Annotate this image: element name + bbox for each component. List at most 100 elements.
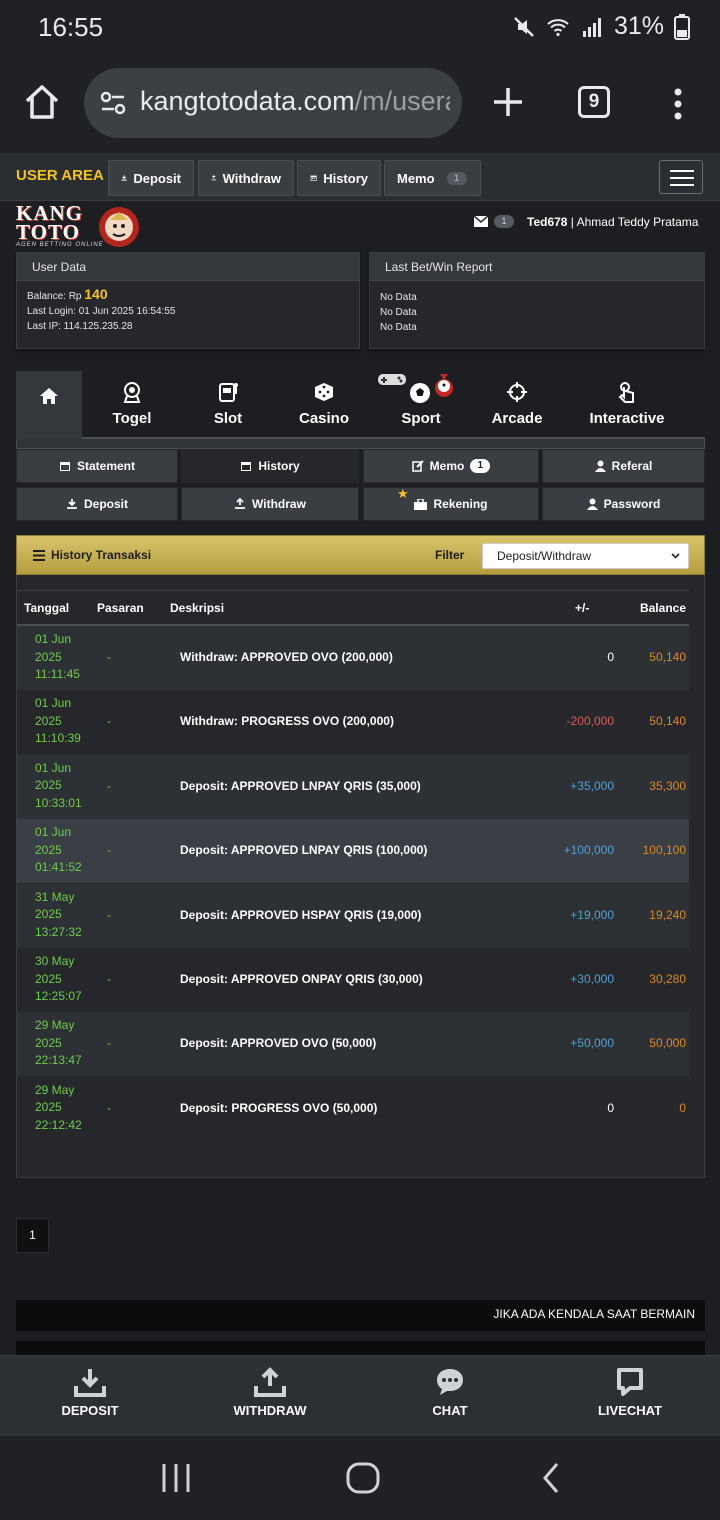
home-icon[interactable] <box>22 82 62 122</box>
row-amount: 0 <box>607 1100 614 1115</box>
user-data-panel: User Data Balance: Rp 140 Last Login: 01… <box>16 252 360 349</box>
logo-emblem-icon <box>99 207 139 247</box>
new-tab-icon[interactable] <box>488 82 528 122</box>
row-date-part: 22:13:47 <box>35 1053 82 1068</box>
user-separator: | <box>567 215 577 229</box>
tab-switcher-button[interactable]: 9 <box>578 86 610 118</box>
menu-rekening-button[interactable]: Rekening <box>363 487 539 521</box>
row-date-part: 31 May <box>35 889 75 904</box>
row-date-part: 12:25:07 <box>35 989 82 1003</box>
row-amount: 0 <box>607 650 614 664</box>
nav-deposit-button[interactable]: Deposit <box>108 160 194 196</box>
bottom-chat-button[interactable]: CHAT <box>360 1356 540 1437</box>
row-description: Deposit: APPROVED LNPAY QRIS (35,000) <box>180 778 421 793</box>
menu-memo-count: 1 <box>470 459 491 473</box>
row-date: 31 May 2025 13:27:32 <box>35 889 95 942</box>
row-amount: -200,000 <box>566 714 614 729</box>
last-ip: Last IP: 114.125.235.28 <box>27 321 133 332</box>
battery-percent: 31% <box>613 12 664 40</box>
row-date-part: 22:12:42 <box>35 1117 82 1132</box>
history-body: Tanggal Pasaran Deskripsi +/- Balance 01… <box>16 575 705 1178</box>
nav-memo-label: Memo <box>397 170 435 186</box>
menu-statement-button[interactable]: Statement <box>16 449 178 483</box>
history-table-rows: 01 Jun 2025 11:11:45 - Withdraw: APPROVED OV… <box>17 575 704 1177</box>
row-date-part: 2025 <box>35 1035 62 1050</box>
back-icon[interactable] <box>533 1460 569 1496</box>
table-row: 01 Jun 2025 11:11:45 - Withdraw: APPROVED OV… <box>17 626 689 690</box>
tab-interactive[interactable]: Interactive <box>566 371 688 439</box>
battery-icon <box>674 13 690 40</box>
game-tabs: Togel Slot Casino Sport Arcade Interacti… <box>16 371 705 439</box>
last-bet-title: Last Bet/Win Report <box>370 253 704 281</box>
menu-referal-button[interactable]: Referal <box>542 449 705 483</box>
last-bet-panel: Last Bet/Win Report No Data No Data No D… <box>369 252 705 349</box>
star-icon: ★ <box>397 486 409 501</box>
filter-value: Deposit/Withdraw <box>497 549 592 563</box>
filter-select[interactable]: Deposit/Withdraw <box>482 543 689 569</box>
inbox-count: 1 <box>494 215 514 228</box>
burger-line <box>670 184 694 186</box>
url-path: /m/usera <box>354 86 450 116</box>
menu-memo-label: Memo <box>429 459 465 473</box>
menu-deposit-button[interactable]: Deposit <box>16 487 178 521</box>
nav-history-button[interactable]: History <box>297 160 381 196</box>
nav-withdraw-button[interactable]: Withdraw <box>198 160 294 196</box>
home-icon <box>40 388 58 404</box>
tab-slot[interactable]: Slot <box>182 371 274 439</box>
list-icon <box>33 549 45 561</box>
site-logo[interactable]: KANG TOTO AGEN BETTING ONLINE <box>16 203 142 250</box>
row-date: 01 Jun 2025 10:33:01 <box>35 760 95 813</box>
menu-password-label: Password <box>603 497 661 511</box>
upload-icon <box>254 1367 286 1397</box>
table-row: 31 May 2025 13:27:32 - Deposit: APPROVED HSP… <box>17 883 689 948</box>
tab-content-strip <box>16 439 705 449</box>
tab-home[interactable] <box>16 371 82 439</box>
tab-casino[interactable]: Casino <box>274 371 374 439</box>
menu-history-label: History <box>258 459 300 473</box>
url-text[interactable]: kangtotodata.com/m/usera <box>140 86 450 117</box>
row-description: Deposit: PROGRESS OVO (50,000) <box>180 1100 378 1115</box>
more-options-icon[interactable] <box>666 84 690 124</box>
row-pasaran: - <box>107 1036 111 1051</box>
row-description: Deposit: APPROVED LNPAY QRIS (100,000) <box>180 843 428 858</box>
inbox-link[interactable]: 1 <box>474 215 514 228</box>
last-bet-line: No Data <box>380 292 417 303</box>
menu-withdraw-button[interactable]: Withdraw <box>181 487 359 521</box>
menu-history-button[interactable]: History <box>181 449 359 483</box>
bottom-deposit-button[interactable]: DEPOSIT <box>0 1356 180 1437</box>
bottom-withdraw-button[interactable]: WITHDRAW <box>180 1356 360 1437</box>
row-pasaran: - <box>107 650 111 664</box>
row-date-part: 11:11:45 <box>35 667 80 681</box>
envelope-icon <box>474 216 488 227</box>
url-host: kangtotodata.com <box>140 86 355 116</box>
last-bet-line: No Data <box>380 307 417 318</box>
pagination-page-1[interactable]: 1 <box>16 1218 49 1253</box>
home-button-icon[interactable] <box>345 1460 381 1496</box>
user-icon <box>586 498 598 510</box>
chat-bubble-icon <box>437 1369 463 1395</box>
row-balance: 35,300 <box>649 778 686 793</box>
menu-password-button[interactable]: Password <box>542 487 705 521</box>
row-balance: 19,240 <box>649 907 686 922</box>
row-pasaran: - <box>107 972 111 986</box>
deposit-icon <box>66 499 77 509</box>
recent-apps-icon[interactable] <box>158 1460 194 1496</box>
android-nav-bar <box>0 1436 720 1520</box>
site-settings-icon[interactable] <box>100 90 126 116</box>
row-balance: 100,100 <box>642 843 686 858</box>
tab-sport[interactable]: Sport <box>374 371 468 439</box>
row-balance: 30,280 <box>649 972 686 986</box>
address-bar[interactable]: kangtotodata.com/m/usera <box>84 68 462 138</box>
table-row: 01 Jun 2025 01:41:52 - Deposit: APPROVED LNP… <box>17 819 689 884</box>
row-balance: 50,140 <box>649 650 686 664</box>
menu-memo-button[interactable]: Memo 1 <box>363 449 539 483</box>
tab-togel[interactable]: Togel <box>82 371 182 439</box>
livechat-icon <box>617 1368 643 1396</box>
row-balance: 50,000 <box>649 1036 686 1051</box>
hamburger-menu-button[interactable] <box>659 160 703 194</box>
row-date: 29 May 2025 22:12:42 <box>35 1082 95 1135</box>
nav-memo-button[interactable]: Memo 1 <box>384 160 481 196</box>
table-row: 29 May 2025 22:13:47 - Deposit: APPROVED OVO… <box>17 1012 689 1077</box>
bottom-livechat-button[interactable]: LIVECHAT <box>540 1356 720 1437</box>
tab-arcade[interactable]: Arcade <box>468 371 566 439</box>
